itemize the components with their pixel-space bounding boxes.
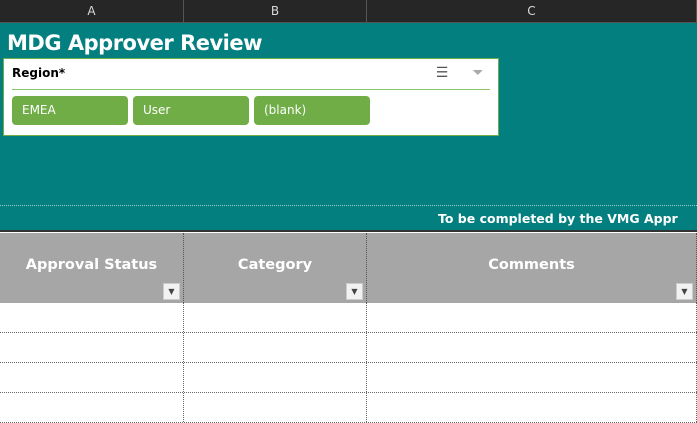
header-category: Category ▼ [184,233,367,303]
slicer-title: Region* [12,66,66,80]
slicer-divider [12,89,490,90]
header-label: Approval Status [25,257,158,273]
column-headers: A B C [0,0,697,23]
region-slicer[interactable]: Region* ☰ ⏷ EMEA User (blank) [3,58,499,136]
header-comments: Comments ▼ [367,233,697,303]
cell[interactable] [184,303,367,332]
cell[interactable] [184,393,367,422]
table-row [0,393,697,423]
cell[interactable] [367,303,697,332]
cell[interactable] [0,333,184,362]
table-row [0,303,697,333]
filter-dropdown-icon[interactable]: ▼ [346,283,363,300]
filter-dropdown-icon[interactable]: ▼ [163,283,180,300]
cell[interactable] [184,333,367,362]
slicer-item-emea[interactable]: EMEA [12,96,128,125]
cell[interactable] [184,363,367,392]
header-approval-status: Approval Status ▼ [0,233,184,303]
column-header-a[interactable]: A [0,0,184,22]
cell[interactable] [367,393,697,422]
page-title: MDG Approver Review [7,31,263,55]
column-header-b[interactable]: B [184,0,367,22]
header-label: Category [237,257,313,273]
cell[interactable] [367,363,697,392]
table-row [0,363,697,393]
clear-filter-icon[interactable]: ⏷ [468,65,488,83]
header-label: Comments [488,257,575,273]
slicer-item-user[interactable]: User [133,96,249,125]
banner-text: To be completed by the VMG Appr [438,211,678,226]
cell[interactable] [0,363,184,392]
cell[interactable] [0,393,184,422]
cell[interactable] [0,303,184,332]
column-header-c[interactable]: C [367,0,697,22]
cell[interactable] [367,333,697,362]
table-row [0,333,697,363]
multi-select-icon[interactable]: ☰ [432,65,452,83]
slicer-item-blank[interactable]: (blank) [254,96,370,125]
banner: To be completed by the VMG Appr [0,205,697,232]
filter-dropdown-icon[interactable]: ▼ [676,283,693,300]
